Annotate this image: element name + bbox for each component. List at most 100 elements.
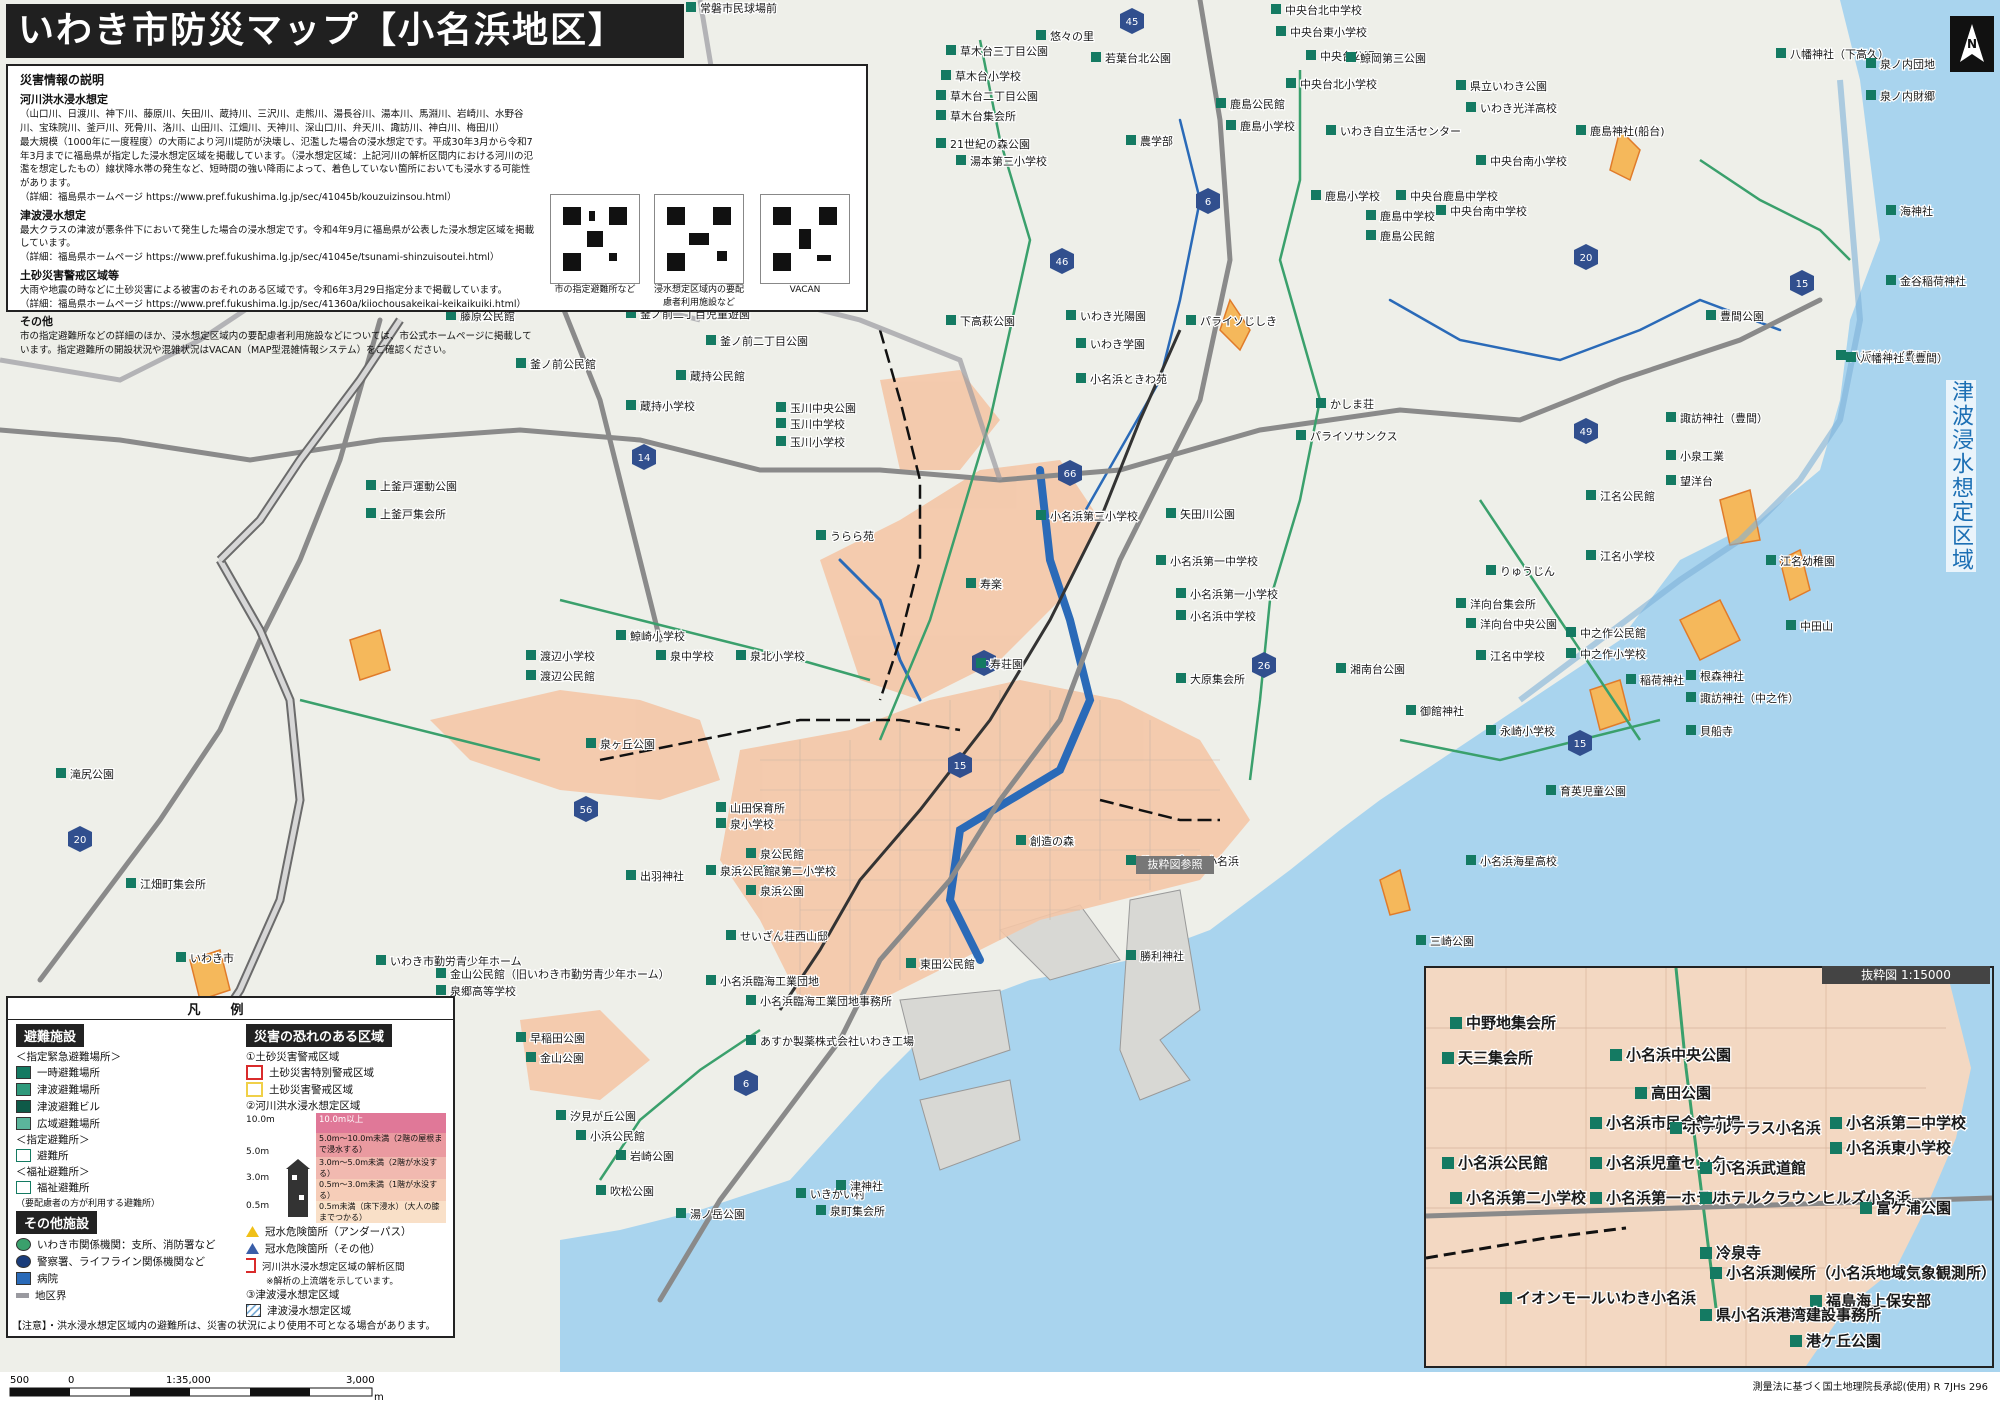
depth-band: 10.0m以上 <box>316 1113 446 1133</box>
shelter-icon <box>436 985 446 995</box>
special-landslide-swatch <box>246 1065 263 1080</box>
shelter-icon <box>906 958 916 968</box>
place-label: パライソじしき <box>1200 315 1277 328</box>
shelter-icon <box>1776 48 1786 58</box>
inset-place-label: 高田公園 <box>1651 1084 1711 1102</box>
place-label: 渡辺公民館 <box>540 669 595 683</box>
shelter-icon <box>946 315 956 325</box>
inset-place-label: ホテルテラス小名浜 <box>1686 1119 1821 1137</box>
qr-shelters[interactable]: 市の指定避難所など <box>548 194 642 297</box>
landslide-swatch <box>246 1082 263 1097</box>
shelter-icon <box>1396 190 1406 200</box>
place-label: 鯨岡第三公園 <box>1360 51 1426 65</box>
place-label: 小名浜臨海工業団地 <box>720 974 819 988</box>
shelter-icon <box>706 975 716 985</box>
shelter-icon <box>976 658 986 668</box>
shelter-icon <box>16 1066 31 1079</box>
place-label: 泉ヶ丘公園 <box>600 737 655 751</box>
place-label: 泉第二小学校 <box>770 864 836 878</box>
place-label: 江名中学校 <box>1490 649 1545 663</box>
shelter-icon <box>1406 705 1416 715</box>
shelter-icon <box>1466 102 1476 112</box>
shelter-icon <box>1091 52 1101 62</box>
place-marker: 中央台鹿島中学校 <box>1396 188 1499 204</box>
legend-title: 凡例 <box>8 998 453 1020</box>
place-label: 望洋台 <box>1680 474 1713 488</box>
legend-row: 土砂災害特別警戒区域 <box>246 1064 451 1081</box>
shelter-icon <box>746 1035 756 1045</box>
place-label: 金山公民館（旧いわき市勤労青少年ホーム） <box>450 967 670 981</box>
shelter-icon <box>596 1185 606 1195</box>
shelter-icon <box>1706 310 1716 320</box>
survey-approval: 測量法に基づく国土地理院長承認(使用) R 7JHs 296 <box>1752 1382 1988 1393</box>
svg-text:26: 26 <box>1258 661 1271 672</box>
tsunami-title: 津波浸水想定 <box>20 208 86 222</box>
place-label: 釜ノ前二丁目公園 <box>720 334 808 348</box>
inset-place-marker: イオンモールいわき小名浜 <box>1500 1288 1697 1308</box>
shelter-icon <box>796 1188 806 1198</box>
place-label: 鹿島小学校 <box>1325 189 1380 203</box>
place-marker: いわき自立生活センター <box>1326 123 1462 139</box>
shelter-icon <box>516 1032 526 1042</box>
place-label: 創造の森 <box>1030 834 1074 848</box>
place-label: うらら苑 <box>830 530 874 543</box>
place-label: 鹿島中学校 <box>1380 209 1435 223</box>
place-label: 永崎小学校 <box>1500 724 1555 738</box>
shelter-icon <box>1306 50 1316 60</box>
shelter-icon <box>1326 125 1336 135</box>
place-label: 諏訪神社（豊間） <box>1680 411 1768 425</box>
shelter-icon <box>1416 935 1426 945</box>
place-label: 泉小学校 <box>730 817 774 831</box>
qr-vacan[interactable]: VACAN <box>758 194 852 297</box>
shelter-icon <box>1336 663 1346 673</box>
shelter-icon <box>526 1052 536 1062</box>
place-label: せいざん荘西山邸 <box>740 929 828 943</box>
shelter-icon <box>1710 1267 1722 1279</box>
place-label: 滝尻公園 <box>70 768 114 781</box>
shelter-icon <box>1476 155 1486 165</box>
shelter-icon <box>556 1110 566 1120</box>
tsunami-desc: 最大クラスの津波が悪条件下において発生した場合の浸水想定です。令和4年9月に福島… <box>20 224 535 250</box>
shelter-icon <box>1126 855 1136 865</box>
inset-place-label: 天三集会所 <box>1458 1049 1533 1067</box>
shelter-icon <box>616 1150 626 1160</box>
city-office-icon <box>16 1238 31 1251</box>
scale-bar: 500 0 1:35,000 3,000 m <box>9 1375 384 1403</box>
place-label: 寿荘園 <box>990 657 1023 671</box>
shelter-icon <box>1786 620 1796 630</box>
place-label: 泉浜公民館 <box>720 864 775 878</box>
shelter-icon <box>1566 627 1576 637</box>
shelter-icon <box>1450 1017 1462 1029</box>
place-label: 江名幼稚園 <box>1780 554 1835 568</box>
shelter-icon <box>686 2 696 12</box>
svg-text:N: N <box>1967 37 1977 51</box>
place-label: 鯨崎小学校 <box>630 629 685 643</box>
shelter-icon <box>366 508 376 518</box>
place-label: 小浜公民館 <box>590 1129 645 1143</box>
place-label: 小名浜第一中学校 <box>1170 554 1258 568</box>
place-label: 中之作小学校 <box>1580 647 1646 661</box>
shelter-icon <box>1886 275 1896 285</box>
analysis-section-icon <box>246 1258 256 1273</box>
shelter-icon <box>1166 508 1176 518</box>
shelter-icon <box>1442 1157 1454 1169</box>
shelter-icon <box>1666 412 1676 422</box>
place-label: 湘南台公園 <box>1350 662 1405 676</box>
shelter-icon <box>1126 950 1136 960</box>
evacuation-center-icon <box>16 1149 31 1162</box>
scale-unit: m <box>374 1392 384 1403</box>
legend-row: 地区界 <box>16 1287 241 1304</box>
place-label: 草木台小学校 <box>955 69 1021 83</box>
shelter-icon <box>1836 350 1846 360</box>
place-label: 金山公園 <box>540 1051 584 1065</box>
shelter-icon <box>776 436 786 446</box>
place-label: 常磐市民球場前 <box>700 1 777 15</box>
inset-place-label: 小名浜武道館 <box>1716 1159 1806 1177</box>
qr-facilities[interactable]: 浸水想定区域内の要配慮者利用施設など <box>652 194 746 310</box>
place-label: いわき市 <box>190 951 234 965</box>
flood-desc: 最大規模（1000年に一度程度）の大雨により河川堤防が決壊し、氾濫した場合の浸水… <box>20 136 534 190</box>
depth-band: 3.0m～5.0m未満（2階が水没する） <box>316 1157 446 1179</box>
place-label: 中央台南中学校 <box>1450 204 1527 218</box>
inset-place-marker: 中野地集会所 <box>1450 1013 1557 1033</box>
shelter-icon <box>1076 338 1086 348</box>
